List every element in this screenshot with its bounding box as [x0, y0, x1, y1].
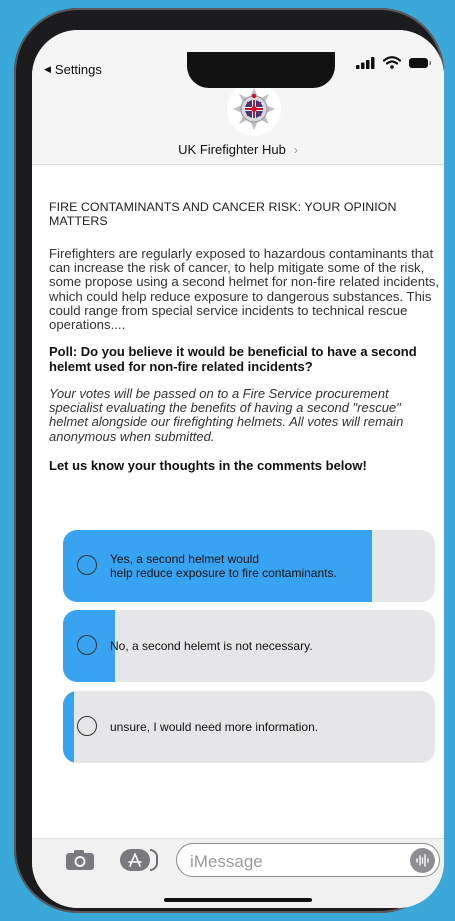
poll-option[interactable]: unsure, I would need more information.	[63, 691, 435, 763]
status-icons	[356, 56, 432, 69]
poll-question: Poll: Do you believe it would be benefic…	[49, 344, 417, 374]
post-body: Firefighters are regularly exposed to ha…	[49, 246, 439, 333]
back-label: Settings	[54, 62, 102, 77]
poll-option-fill	[63, 691, 75, 763]
chevron-right-icon: ›	[293, 143, 298, 157]
contact-name-text: UK Firefighter Hub	[178, 142, 286, 157]
wifi-icon	[383, 56, 401, 69]
contact-name[interactable]: UK Firefighter Hub ›	[32, 142, 444, 157]
contact-avatar[interactable]	[227, 82, 281, 136]
app-drawer-arc	[150, 849, 158, 871]
poll-option[interactable]: Yes, a second helmet would help reduce e…	[63, 530, 435, 602]
camera-icon[interactable]	[65, 849, 95, 871]
message-body: FIRE CONTAMINANTS AND CANCER RISK: YOUR …	[49, 200, 439, 473]
back-to-settings-link[interactable]: ◀ Settings	[44, 62, 102, 77]
comments-cta: Let us know your thoughts in the comment…	[49, 457, 367, 473]
battery-icon	[409, 57, 432, 68]
poll-option-radio[interactable]	[77, 635, 97, 655]
app-store-icon[interactable]	[120, 849, 150, 871]
poll-option-radio[interactable]	[77, 716, 97, 736]
poll-note: Your votes will be passed on to a Fire S…	[49, 386, 404, 444]
poll-option[interactable]: No, a second helemt is not necessary.	[63, 610, 435, 682]
home-indicator	[164, 898, 312, 902]
poll-option-label: Yes, a second helmet would help reduce e…	[110, 552, 337, 580]
phone-frame: ◀ Settings UK Firefighter Hub › FIRE CON…	[14, 8, 444, 913]
waveform-glyph-icon	[416, 854, 429, 867]
poll-option-label: No, a second helemt is not necessary.	[110, 639, 313, 653]
fire-service-crest-icon	[233, 88, 275, 130]
signal-bars-icon	[356, 56, 375, 69]
device-notch	[187, 52, 335, 88]
voice-waveform-icon[interactable]	[410, 848, 435, 873]
poll-option-radio[interactable]	[77, 555, 97, 575]
imessage-input[interactable]: iMessage	[176, 843, 440, 877]
back-triangle-icon: ◀	[44, 64, 51, 74]
imessage-placeholder: iMessage	[190, 852, 263, 871]
poll-option-label: unsure, I would need more information.	[110, 720, 319, 734]
post-title: FIRE CONTAMINANTS AND CANCER RISK: YOUR …	[49, 200, 397, 228]
phone-screen: ◀ Settings UK Firefighter Hub › FIRE CON…	[32, 30, 444, 908]
conversation-header: ◀ Settings UK Firefighter Hub ›	[32, 30, 444, 165]
app-store-glyph-icon	[128, 853, 142, 867]
